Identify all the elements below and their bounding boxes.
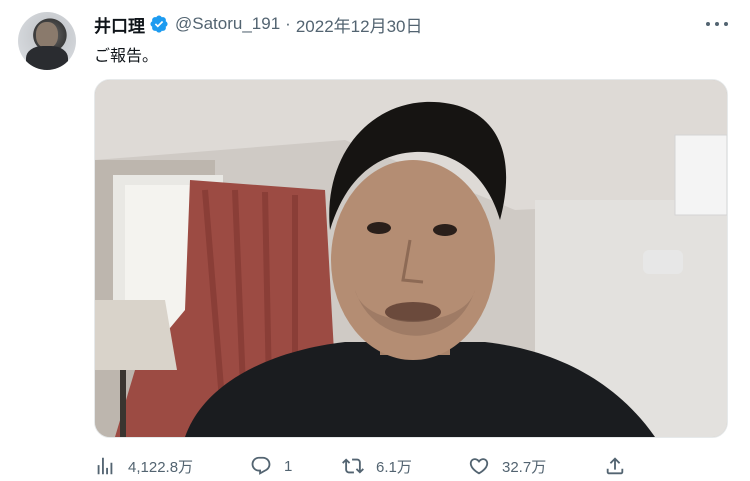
tweet-text: ご報告。 bbox=[94, 48, 159, 65]
tweet-header: 井口理 @Satoru_191 · 2022年12月30日 bbox=[94, 12, 422, 36]
tweet: 井口理 @Satoru_191 · 2022年12月30日 ご報告。 4,122… bbox=[0, 0, 750, 481]
like-count: 32.7万 bbox=[502, 458, 547, 476]
share-icon bbox=[606, 457, 624, 475]
author-handle[interactable]: @Satoru_191 bbox=[175, 14, 280, 34]
avatar[interactable] bbox=[18, 12, 76, 70]
analytics-icon bbox=[97, 457, 113, 475]
share-button[interactable] bbox=[604, 452, 638, 480]
more-icon[interactable] bbox=[706, 14, 728, 34]
views-button[interactable]: 4,122.8万 bbox=[94, 452, 193, 480]
retweet-icon bbox=[342, 458, 364, 474]
action-bar: 4,122.8万 1 6.1万 32.7万 bbox=[94, 452, 634, 480]
views-count: 4,122.8万 bbox=[128, 458, 194, 476]
separator: · bbox=[285, 14, 291, 33]
retweet-button[interactable]: 6.1万 bbox=[342, 452, 412, 480]
heart-icon bbox=[469, 458, 489, 475]
verified-badge-icon bbox=[149, 14, 169, 34]
reply-icon bbox=[251, 456, 271, 475]
like-button[interactable]: 32.7万 bbox=[468, 452, 546, 480]
video-thumbnail[interactable] bbox=[94, 79, 728, 438]
reply-button[interactable]: 1 bbox=[250, 452, 292, 480]
retweet-count: 6.1万 bbox=[376, 458, 412, 476]
tweet-date[interactable]: 2022年12月30日 bbox=[296, 12, 423, 37]
author-name[interactable]: 井口理 bbox=[94, 12, 145, 37]
reply-count: 1 bbox=[284, 457, 293, 475]
